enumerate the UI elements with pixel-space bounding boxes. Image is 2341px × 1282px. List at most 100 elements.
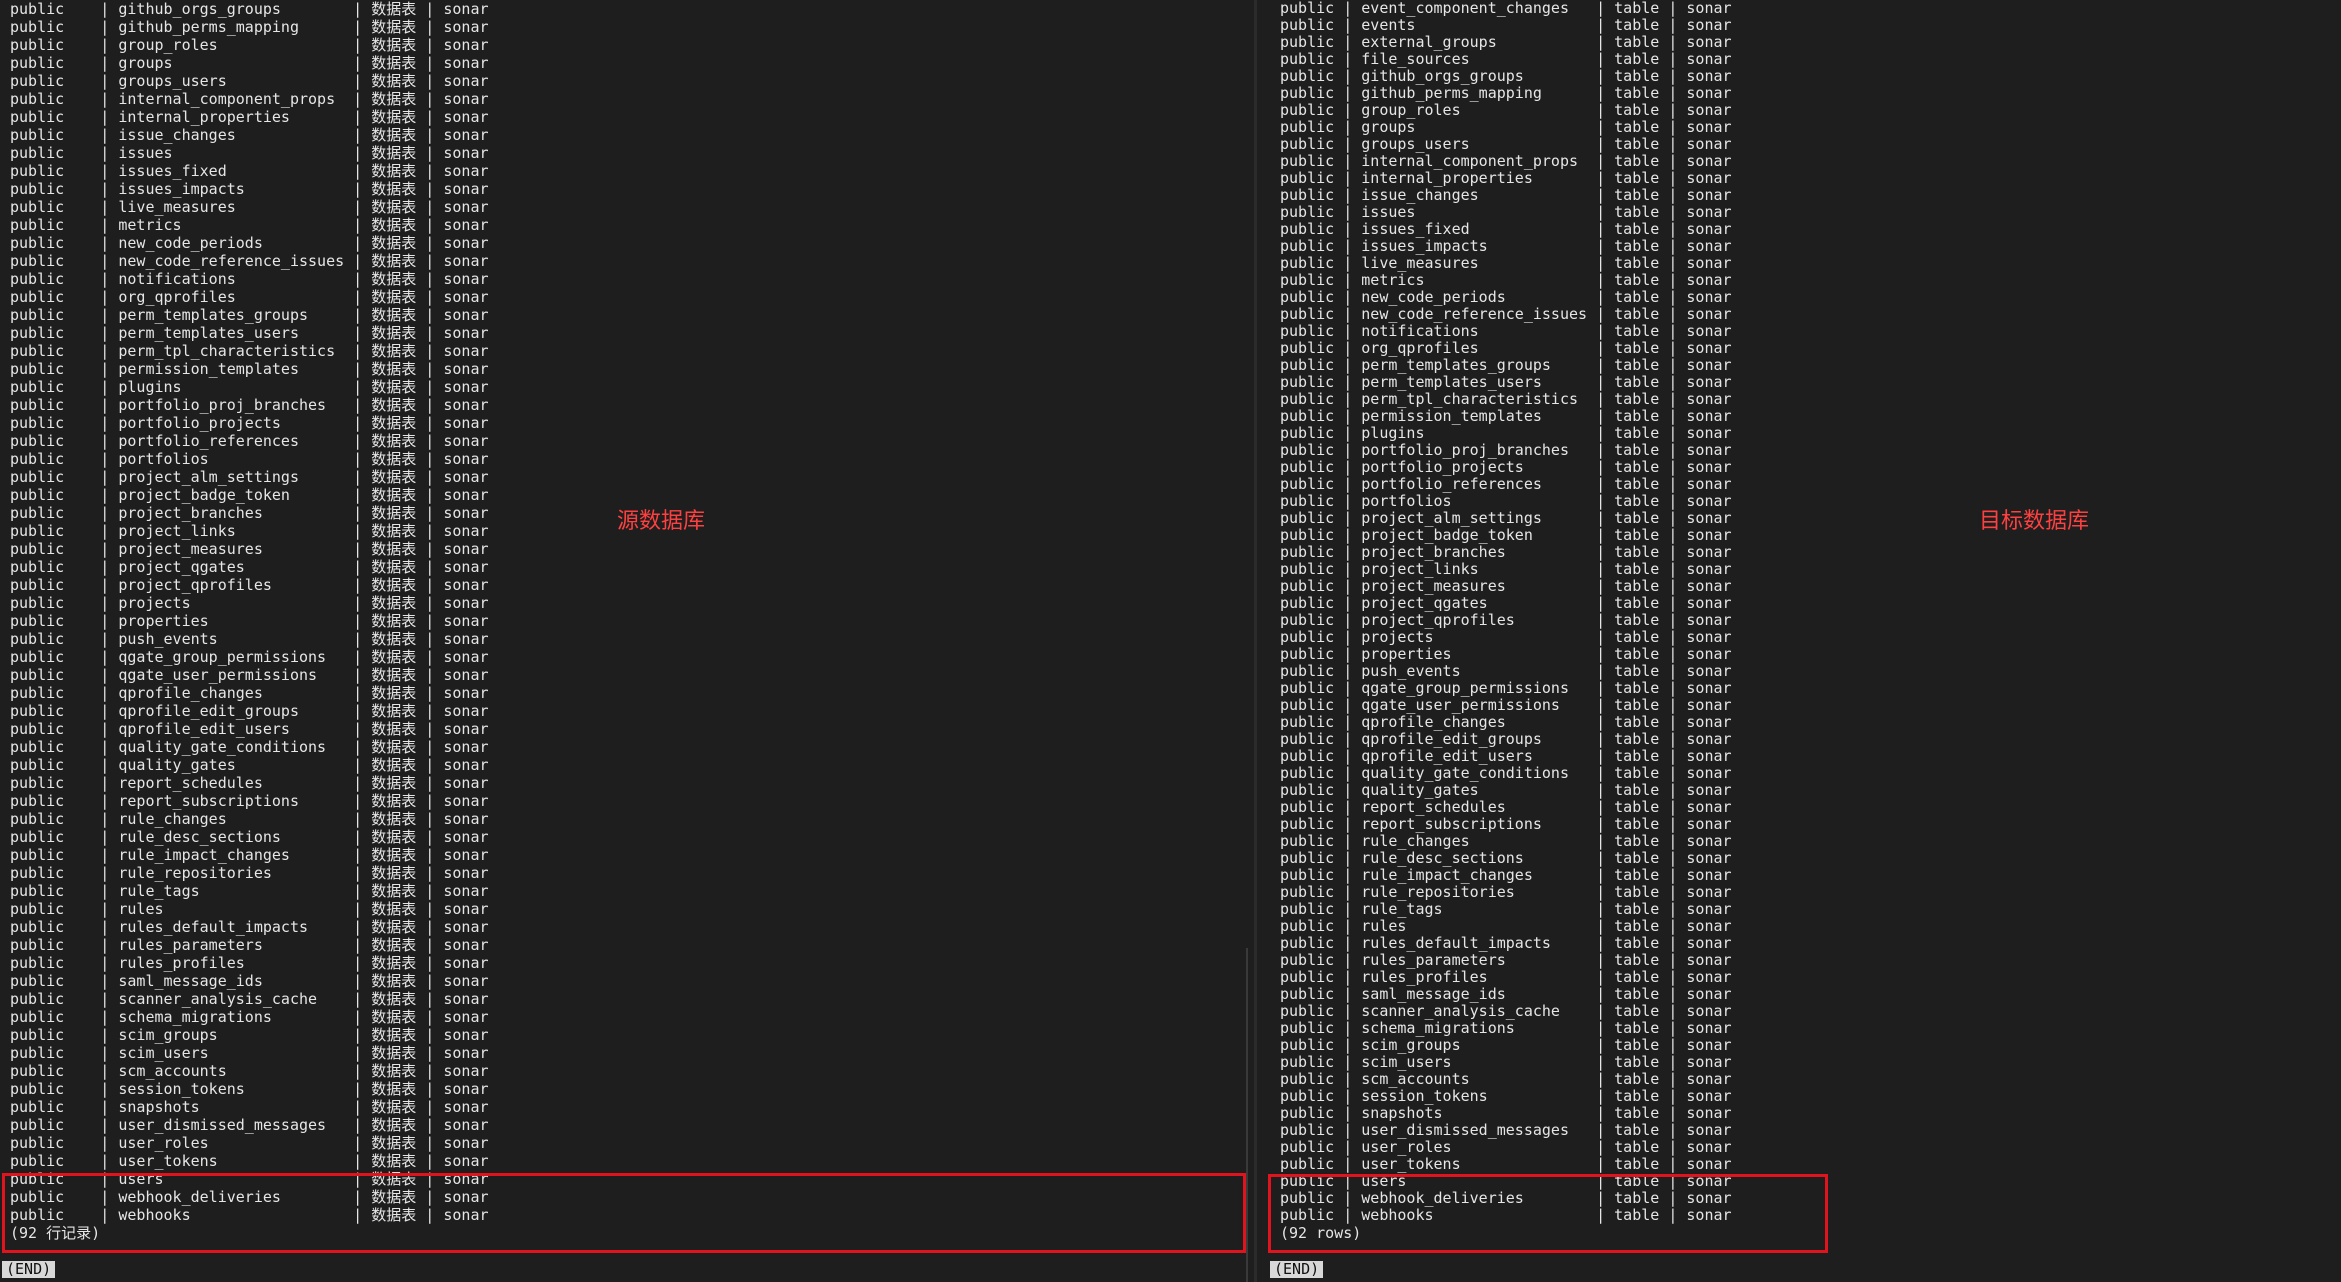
schema-cell: public [10,522,65,540]
table-name-cell: internal_component_props [1361,152,1579,170]
table-row: public | scim_groups | table | sonar [1280,1036,1732,1054]
table-row: public | user_roles | table | sonar [1280,1138,1732,1156]
table-name-cell: project_alm_settings [118,468,299,486]
table-name-cell: schema_migrations [118,1008,272,1026]
type-cell: table [1614,458,1660,476]
owner-cell: sonar [1686,951,1732,969]
owner-cell: sonar [1686,288,1732,306]
table-row: public | project_alm_settings | table | … [1280,509,1732,527]
owner-cell: sonar [443,882,489,900]
schema-cell: public [1280,747,1335,765]
table-name-cell: qprofile_edit_groups [118,702,299,720]
owner-cell: sonar [443,576,489,594]
table-name-cell: report_subscriptions [118,792,299,810]
table-row: public | rules_profiles | table | sonar [1280,968,1732,986]
table-name-cell: rules_default_impacts [118,918,309,936]
schema-cell: public [10,558,65,576]
schema-cell: public [1280,1002,1335,1020]
table-name-cell: portfolios [118,450,209,468]
pane-divider[interactable] [1254,0,1257,1282]
table-row: public | user_dismissed_messages | table… [1280,1121,1732,1139]
table-name-cell: external_groups [1361,33,1497,51]
table-name-cell: github_perms_mapping [1361,84,1542,102]
table-row: public | user_roles | 数据表 | sonar [10,1134,489,1152]
table-row: public | perm_templates_users | table | … [1280,373,1732,391]
type-cell: 数据表 [371,234,417,252]
table-row: public | scim_users | table | sonar [1280,1053,1732,1071]
type-cell: table [1614,271,1660,289]
table-name-cell: saml_message_ids [118,972,263,990]
table-row: public | new_code_periods | table | sona… [1280,288,1732,306]
owner-cell: sonar [443,1026,489,1044]
owner-cell: sonar [443,0,489,18]
type-cell: table [1614,594,1660,612]
schema-cell: public [1280,441,1335,459]
table-row: public | perm_templates_groups | table |… [1280,356,1732,374]
table-row: public | scanner_analysis_cache | table … [1280,1002,1732,1020]
owner-cell: sonar [443,792,489,810]
owner-cell: sonar [1686,747,1732,765]
schema-cell: public [1280,730,1335,748]
table-name-cell: properties [118,612,209,630]
table-row: public | github_orgs_groups | 数据表 | sona… [10,0,489,18]
table-name-cell: session_tokens [118,1080,245,1098]
schema-cell: public [1280,543,1335,561]
table-name-cell: rule_desc_sections [118,828,281,846]
schema-cell: public [1280,1053,1335,1071]
table-row: public | project_qprofiles | table | son… [1280,611,1732,629]
table-name-cell: project_links [118,522,236,540]
type-cell: table [1614,747,1660,765]
table-row: public | group_roles | table | sonar [1280,101,1732,119]
type-cell: 数据表 [371,360,417,378]
schema-cell: public [1280,985,1335,1003]
schema-cell: public [10,702,65,720]
table-name-cell: metrics [118,216,182,234]
owner-cell: sonar [1686,220,1732,238]
owner-cell: sonar [443,522,489,540]
table-row: public | qgate_group_permissions | table… [1280,679,1732,697]
table-name-cell: portfolio_references [118,432,299,450]
owner-cell: sonar [1686,492,1732,510]
type-cell: 数据表 [371,54,417,72]
table-row: public | issues_impacts | 数据表 | sonar [10,180,489,198]
type-cell: 数据表 [371,126,417,144]
type-cell: table [1614,186,1660,204]
schema-cell: public [1280,849,1335,867]
table-name-cell: snapshots [1361,1104,1443,1122]
owner-cell: sonar [1686,50,1732,68]
schema-cell: public [10,90,65,108]
schema-cell: public [1280,764,1335,782]
table-name-cell: notifications [118,270,236,288]
type-cell: table [1614,866,1660,884]
type-cell: table [1614,951,1660,969]
type-cell: 数据表 [371,612,417,630]
table-row: public | rules | table | sonar [1280,917,1732,935]
table-row: public | issues | table | sonar [1280,203,1732,221]
schema-cell: public [1280,628,1335,646]
owner-cell: sonar [443,594,489,612]
table-name-cell: qgate_user_permissions [1361,696,1560,714]
table-row: public | project_alm_settings | 数据表 | so… [10,468,489,486]
table-name-cell: new_code_periods [1361,288,1506,306]
type-cell: table [1614,577,1660,595]
table-name-cell: project_alm_settings [1361,509,1542,527]
owner-cell: sonar [1686,458,1732,476]
owner-cell: sonar [443,648,489,666]
table-row: public | user_tokens | 数据表 | sonar [10,1152,489,1170]
table-row: public | project_badge_token | 数据表 | son… [10,486,489,504]
schema-cell: public [1280,951,1335,969]
table-name-cell: groups [1361,118,1416,136]
type-cell: table [1614,1104,1660,1122]
schema-cell: public [1280,968,1335,986]
owner-cell: sonar [443,144,489,162]
table-row: public | internal_component_props | tabl… [1280,152,1732,170]
owner-cell: sonar [443,756,489,774]
type-cell: 数据表 [371,882,417,900]
schema-cell: public [1280,118,1335,136]
table-row: public | project_qprofiles | 数据表 | sonar [10,576,489,594]
type-cell: table [1614,1155,1660,1173]
type-cell: table [1614,322,1660,340]
type-cell: table [1614,917,1660,935]
owner-cell: sonar [1686,1121,1732,1139]
owner-cell: sonar [1686,169,1732,187]
